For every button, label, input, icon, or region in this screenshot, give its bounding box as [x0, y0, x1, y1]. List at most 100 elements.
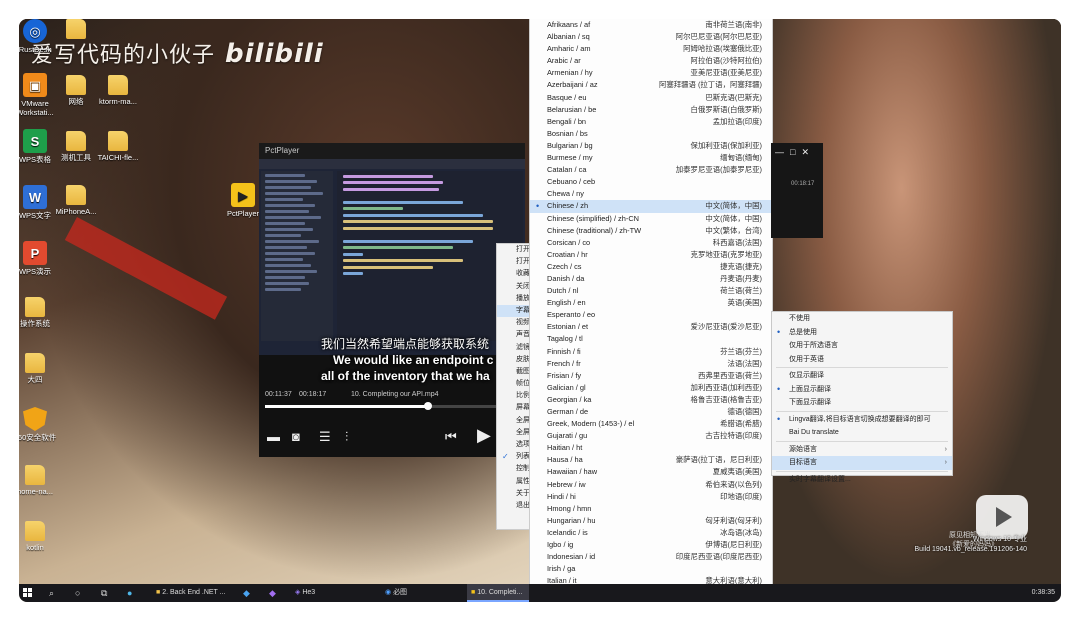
taskbar-item-he3[interactable]: ◈ He3 [295, 584, 355, 602]
translation-menu-item[interactable]: 仅显示翻译 [772, 369, 952, 383]
browser-icon[interactable]: ● [127, 584, 132, 602]
language-option[interactable]: Czech / cs 捷克语(捷克) [530, 261, 772, 273]
language-option[interactable]: Finnish / fi 芬兰语(芬兰) [530, 346, 772, 358]
language-option[interactable]: Chinese (simplified) / zh-CN 中文(简体，中国) [530, 213, 772, 225]
language-option[interactable]: Albanian / sq 阿尔巴尼亚语(阿尔巴尼亚) [530, 31, 772, 43]
desktop-icon-home-folder[interactable]: home-na... [19, 465, 60, 496]
language-option[interactable]: French / fr 法语(法国) [530, 358, 772, 370]
language-option[interactable]: Irish / ga [530, 563, 772, 575]
pctplayer-window[interactable]: PctPlayer 我们当然希望端点能够获取系统 We would like a [259, 143, 525, 457]
language-option[interactable]: Hawaiian / haw 夏威夷语(美国) [530, 466, 772, 478]
taskbar-item-backend[interactable]: ■ 2. Back End .NET ... [152, 584, 244, 602]
language-option[interactable]: German / de 德语(德国) [530, 406, 772, 418]
search-icon[interactable]: ⌕ [49, 584, 54, 602]
translation-menu-item[interactable]: Bai Du translate [772, 426, 952, 440]
desktop-icon-folder-top[interactable] [51, 19, 101, 41]
system-clock[interactable]: 0:38:35 [1032, 584, 1055, 602]
translation-menu-item[interactable]: 源始语言 › [772, 443, 952, 457]
taskbar-item-bitu[interactable]: ◉ 必图 [385, 584, 455, 602]
language-option[interactable]: Estonian / et 爱沙尼亚语(爱沙尼亚) [530, 321, 772, 333]
language-option[interactable]: Belarusian / be 白俄罗斯语(白俄罗斯) [530, 104, 772, 116]
language-option[interactable]: Hungarian / hu 匈牙利语(匈牙利) [530, 515, 772, 527]
language-option[interactable]: Galician / gl 加利西亚语(加利西亚) [530, 382, 772, 394]
desktop-icon-ktorm-folder[interactable]: ktorm-ma... [93, 75, 143, 106]
language-option[interactable]: Hebrew / iw 希伯来语(以色列) [530, 479, 772, 491]
language-option[interactable]: Chewa / ny [530, 188, 772, 200]
language-option[interactable]: Cebuano / ceb [530, 176, 772, 188]
right-player-window[interactable]: —□✕ 00:18:17 [771, 143, 823, 238]
language-option[interactable]: Bulgarian / bg 保加利亚语(保加利亚) [530, 140, 772, 152]
language-option[interactable]: Basque / eu 巴斯克语(巴斯克) [530, 92, 772, 104]
start-button[interactable] [23, 584, 32, 602]
desktop-icon-taichi-folder[interactable]: TAICHI-fle... [93, 131, 143, 162]
seek-bar[interactable] [265, 402, 519, 410]
screen-icon[interactable]: ▬ [267, 429, 280, 444]
language-option[interactable]: Danish / da 丹麦语(丹麦) [530, 273, 772, 285]
language-option[interactable]: Amharic / am 阿姆哈拉语(埃塞俄比亚) [530, 43, 772, 55]
language-option[interactable]: Hindi / hi 印地语(印度) [530, 491, 772, 503]
translation-menu-item[interactable]: • Lingva翻译,将目标语言切换成想要翻译的即可 [772, 413, 952, 427]
translation-menu-item[interactable]: 实时字幕翻译设置... [772, 473, 952, 487]
translation-menu-item[interactable]: 目标语言 › [772, 456, 952, 470]
language-list[interactable]: Afrikaans / af 南非荷兰语(南非) Albanian / sq 阿尔巴尼… [529, 19, 773, 602]
task-view-icon[interactable]: ⧉ [101, 584, 107, 602]
language-option[interactable]: Corsican / co 科西嘉语(法国) [530, 237, 772, 249]
language-native-label: 西弗里西亚语(荷兰) [697, 370, 762, 380]
play-icon[interactable]: ▶ [477, 425, 491, 446]
translation-menu-item[interactable]: 仅用于所选语言 [772, 339, 952, 353]
seek-handle[interactable] [423, 402, 432, 410]
language-option[interactable]: Tagalog / tl [530, 333, 772, 345]
desktop-icon-os-folder[interactable]: 操作系统 [19, 297, 60, 328]
language-option[interactable]: Dutch / nl 荷兰语(荷兰) [530, 285, 772, 297]
translation-menu-item[interactable]: • 总是使用 [772, 326, 952, 340]
language-native-label: 巴斯克语(巴斯克) [705, 92, 762, 102]
cortana-icon[interactable]: ○ [75, 584, 80, 602]
video-area[interactable]: 我们当然希望端点能够获取系统 We would like an endpoint… [259, 159, 525, 383]
desktop-icon-senior-folder[interactable]: 大四 [19, 353, 60, 384]
minimize-icon[interactable]: — [775, 147, 790, 157]
maximize-icon[interactable]: □ [790, 147, 801, 157]
language-option[interactable]: Frisian / fy 西弗里西亚语(荷兰) [530, 370, 772, 382]
camera-icon[interactable]: ◙ [292, 429, 300, 444]
language-option[interactable]: Georgian / ka 格鲁吉亚语(格鲁吉亚) [530, 394, 772, 406]
language-option[interactable]: Arabic / ar 阿拉伯语(沙特阿拉伯) [530, 55, 772, 67]
vscode-icon[interactable]: ◆ [243, 584, 250, 602]
language-option[interactable]: Esperanto / eo [530, 309, 772, 321]
language-option[interactable]: Croatian / hr 克罗地亚语(克罗地亚) [530, 249, 772, 261]
language-option[interactable]: Chinese (traditional) / zh-TW 中文(繁体，台湾) [530, 225, 772, 237]
translation-menu-item[interactable]: 不使用 [772, 312, 952, 326]
language-option[interactable]: Bengali / bn 孟加拉语(印度) [530, 116, 772, 128]
language-option[interactable]: Hmong / hmn [530, 503, 772, 515]
language-option[interactable]: English / en 英语(美国) [530, 297, 772, 309]
language-option[interactable]: Afrikaans / af 南非荷兰语(南非) [530, 19, 772, 31]
language-option[interactable]: Indonesian / id 印度尼西亚语(印度尼西亚) [530, 551, 772, 563]
language-option[interactable]: • Chinese / zh 中文(简体，中国) [530, 200, 772, 213]
language-option[interactable]: Hausa / ha 豪萨语(拉丁语，尼日利亚) [530, 454, 772, 466]
language-option[interactable]: Icelandic / is 冰岛语(冰岛) [530, 527, 772, 539]
desktop-icon-wps-presentation[interactable]: P WPS演示 [19, 241, 60, 276]
language-code-label: Burmese / my [547, 153, 593, 163]
language-option[interactable]: Burmese / my 缅甸语(缅甸) [530, 152, 772, 164]
prev-icon[interactable]: ⏮ [445, 429, 457, 445]
language-option[interactable]: Igbo / ig 伊博语(尼日利亚) [530, 539, 772, 551]
translation-menu-item[interactable]: 仅用于英语 [772, 353, 952, 367]
language-option[interactable]: Greek, Modern (1453-) / el 希腊语(希腊) [530, 418, 772, 430]
equalizer-icon[interactable]: ⫶ [345, 429, 348, 445]
language-option[interactable]: Armenian / hy 亚美尼亚语(亚美尼亚) [530, 67, 772, 79]
visual-studio-icon[interactable]: ◆ [269, 584, 276, 602]
desktop-icon-kotlin-folder[interactable]: kotlin [19, 521, 60, 552]
language-option[interactable]: Gujarati / gu 古吉拉特语(印度) [530, 430, 772, 442]
desktop-icon-360[interactable]: 360安全软件 [19, 407, 60, 442]
language-option[interactable]: Haitian / ht [530, 442, 772, 454]
translation-menu-item[interactable]: • 上面显示翻译 [772, 383, 952, 397]
language-option[interactable]: Bosnian / bs [530, 128, 772, 140]
subtitle-translation-menu[interactable]: 不使用 • 总是使用 仅用于所选语言 仅用于英语仅显示翻译 • 上面显示翻译 下面显示翻译 • L… [771, 311, 953, 483]
language-option[interactable]: Catalan / ca 加泰罗尼亚语(加泰罗尼亚) [530, 164, 772, 176]
taskbar-item-completing[interactable]: ■ 10. Completi... [467, 584, 529, 602]
language-option[interactable]: Azerbaijani / az 阿塞拜疆语 (拉丁语，阿塞拜疆) [530, 79, 772, 91]
playlist-icon[interactable]: ☰ [319, 429, 331, 445]
close-icon[interactable]: ✕ [801, 147, 815, 157]
translation-menu-item[interactable]: 下面显示翻译 [772, 396, 952, 410]
desktop-icon-miphone-folder[interactable]: MiPhoneA... [51, 185, 101, 216]
window-controls[interactable]: —□✕ [775, 147, 815, 158]
